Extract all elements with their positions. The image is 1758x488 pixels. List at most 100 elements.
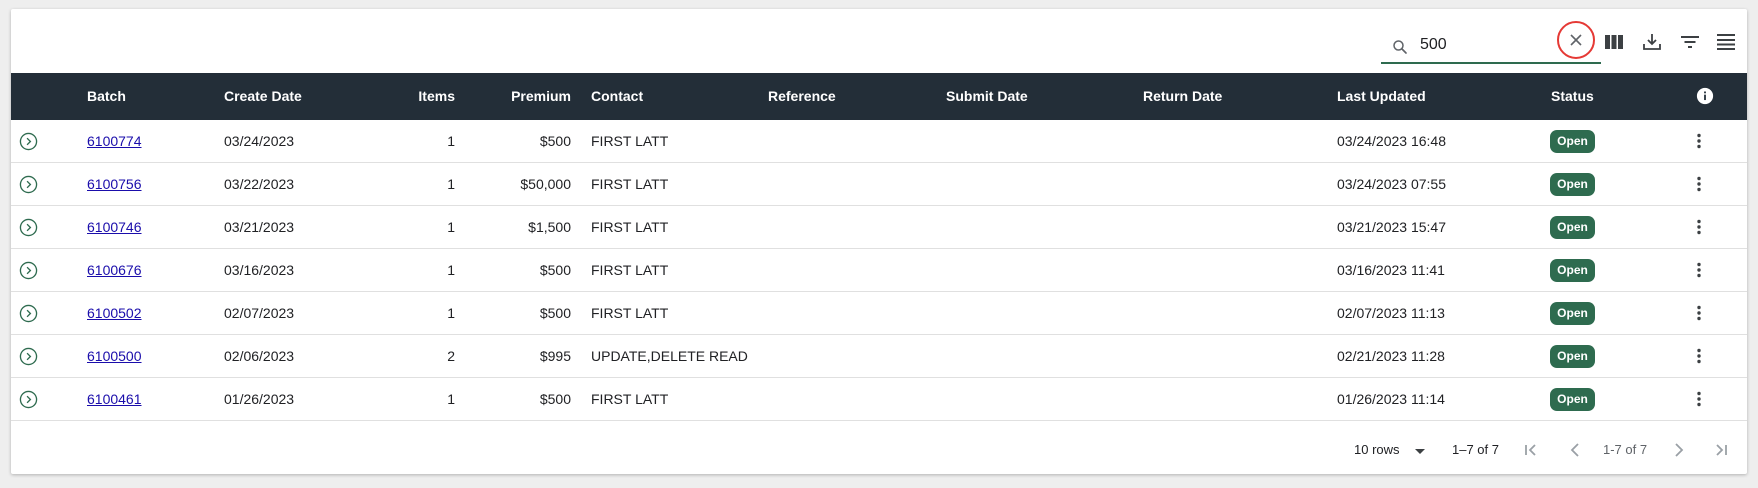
table-row[interactable]: 6100774 03/24/2023 1 $500 FIRST LATT 03/24/20…	[11, 120, 1747, 163]
contact-cell: FIRST LATT	[591, 219, 669, 235]
expand-row-icon[interactable]	[19, 132, 38, 151]
last-updated-cell: 03/16/2023 11:41	[1337, 262, 1445, 278]
table-row[interactable]: 6100756 03/22/2023 1 $50,000 FIRST LATT 03/24…	[11, 163, 1747, 206]
status-badge: Open	[1550, 173, 1595, 196]
create-date-cell: 01/26/2023	[224, 391, 295, 407]
table-header: Batch Create Date Items Premium Contact …	[11, 73, 1747, 120]
premium-cell: $500	[539, 305, 571, 321]
info-icon[interactable]	[1696, 87, 1714, 105]
items-cell: 1	[447, 133, 455, 149]
expand-row-icon[interactable]	[19, 304, 38, 323]
create-date-cell: 03/22/2023	[224, 176, 295, 192]
download-icon[interactable]	[1640, 30, 1664, 54]
column-header-batch[interactable]: Batch	[87, 88, 126, 104]
density-icon[interactable]	[1714, 30, 1738, 54]
expand-row-icon[interactable]	[19, 261, 38, 280]
batch-link[interactable]: 6100500	[87, 348, 142, 364]
status-badge: Open	[1550, 345, 1595, 368]
column-header-status[interactable]: Status	[1551, 88, 1594, 104]
next-page-icon[interactable]	[1667, 438, 1691, 462]
more-vert-icon[interactable]	[1689, 260, 1709, 280]
column-header-create-date[interactable]: Create Date	[224, 88, 302, 104]
status-badge: Open	[1550, 130, 1595, 153]
premium-cell: $1,500	[528, 219, 571, 235]
expand-row-icon[interactable]	[19, 175, 38, 194]
last-updated-cell: 03/21/2023 15:47	[1337, 219, 1446, 235]
rows-per-page-label: 10 rows	[1354, 442, 1400, 457]
premium-cell: $500	[539, 262, 571, 278]
column-header-items[interactable]: Items	[351, 88, 455, 104]
more-vert-icon[interactable]	[1689, 131, 1709, 151]
filter-icon[interactable]	[1678, 30, 1702, 54]
table-pagination: 10 rows 1–7 of 7 1-7 of 7	[11, 425, 1747, 474]
more-vert-icon[interactable]	[1689, 346, 1709, 366]
chevron-down-icon	[1415, 449, 1425, 454]
table-row[interactable]: 6100500 02/06/2023 2 $995 UPDATE,DELETE READ…	[11, 335, 1747, 378]
batch-link[interactable]: 6100746	[87, 219, 142, 235]
expand-row-icon[interactable]	[19, 347, 38, 366]
column-header-last-updated[interactable]: Last Updated	[1337, 88, 1426, 104]
column-header-premium[interactable]: Premium	[471, 88, 571, 104]
more-vert-icon[interactable]	[1689, 217, 1709, 237]
contact-cell: FIRST LATT	[591, 262, 669, 278]
table-row[interactable]: 6100502 02/07/2023 1 $500 FIRST LATT 02/07/20…	[11, 292, 1747, 335]
premium-cell: $995	[539, 348, 571, 364]
contact-cell: FIRST LATT	[591, 305, 669, 321]
search-input[interactable]	[1418, 31, 1558, 59]
last-updated-cell: 03/24/2023 16:48	[1337, 133, 1446, 149]
status-badge: Open	[1550, 302, 1595, 325]
batch-link[interactable]: 6100774	[87, 133, 142, 149]
search-icon	[1393, 40, 1407, 54]
previous-page-icon[interactable]	[1563, 438, 1587, 462]
create-date-cell: 02/06/2023	[224, 348, 295, 364]
column-header-submit-date[interactable]: Submit Date	[946, 88, 1028, 104]
column-header-contact[interactable]: Contact	[591, 88, 643, 104]
batch-link[interactable]: 6100676	[87, 262, 142, 278]
table-row[interactable]: 6100676 03/16/2023 1 $500 FIRST LATT 03/16/20…	[11, 249, 1747, 292]
batch-link[interactable]: 6100461	[87, 391, 142, 407]
more-vert-icon[interactable]	[1689, 389, 1709, 409]
more-vert-icon[interactable]	[1689, 303, 1709, 323]
items-cell: 1	[447, 305, 455, 321]
batches-card: Batch Create Date Items Premium Contact …	[11, 9, 1747, 474]
last-page-icon[interactable]	[1709, 438, 1733, 462]
premium-cell: $50,000	[520, 176, 571, 192]
contact-cell: UPDATE,DELETE READ	[591, 348, 748, 364]
rows-per-page-select[interactable]: 10 rows	[1354, 440, 1429, 460]
create-date-cell: 03/24/2023	[224, 133, 295, 149]
first-page-icon[interactable]	[1519, 438, 1543, 462]
more-vert-icon[interactable]	[1689, 174, 1709, 194]
create-date-cell: 03/21/2023	[224, 219, 295, 235]
last-updated-cell: 02/21/2023 11:28	[1337, 348, 1445, 364]
pagination-range: 1–7 of 7	[1452, 442, 1499, 457]
batch-link[interactable]: 6100756	[87, 176, 142, 192]
items-cell: 2	[447, 348, 455, 364]
contact-cell: FIRST LATT	[591, 133, 669, 149]
items-cell: 1	[447, 176, 455, 192]
last-updated-cell: 01/26/2023 11:14	[1337, 391, 1445, 407]
status-badge: Open	[1550, 216, 1595, 239]
contact-cell: FIRST LATT	[591, 176, 669, 192]
batch-link[interactable]: 6100502	[87, 305, 142, 321]
clear-search-button[interactable]	[1557, 21, 1595, 59]
premium-cell: $500	[539, 391, 571, 407]
column-header-reference[interactable]: Reference	[768, 88, 836, 104]
expand-row-icon[interactable]	[19, 218, 38, 237]
view-columns-icon[interactable]	[1602, 30, 1626, 54]
table-row[interactable]: 6100461 01/26/2023 1 $500 FIRST LATT 01/26/20…	[11, 378, 1747, 421]
create-date-cell: 02/07/2023	[224, 305, 295, 321]
column-header-return-date[interactable]: Return Date	[1143, 88, 1222, 104]
last-updated-cell: 03/24/2023 07:55	[1337, 176, 1446, 192]
table-toolbar	[11, 9, 1747, 73]
create-date-cell: 03/16/2023	[224, 262, 295, 278]
table-row[interactable]: 6100746 03/21/2023 1 $1,500 FIRST LATT 03/21/…	[11, 206, 1747, 249]
last-updated-cell: 02/07/2023 11:13	[1337, 305, 1445, 321]
status-badge: Open	[1550, 388, 1595, 411]
items-cell: 1	[447, 391, 455, 407]
close-icon	[1570, 34, 1582, 46]
premium-cell: $500	[539, 133, 571, 149]
expand-row-icon[interactable]	[19, 390, 38, 409]
contact-cell: FIRST LATT	[591, 391, 669, 407]
items-cell: 1	[447, 262, 455, 278]
status-badge: Open	[1550, 259, 1595, 282]
